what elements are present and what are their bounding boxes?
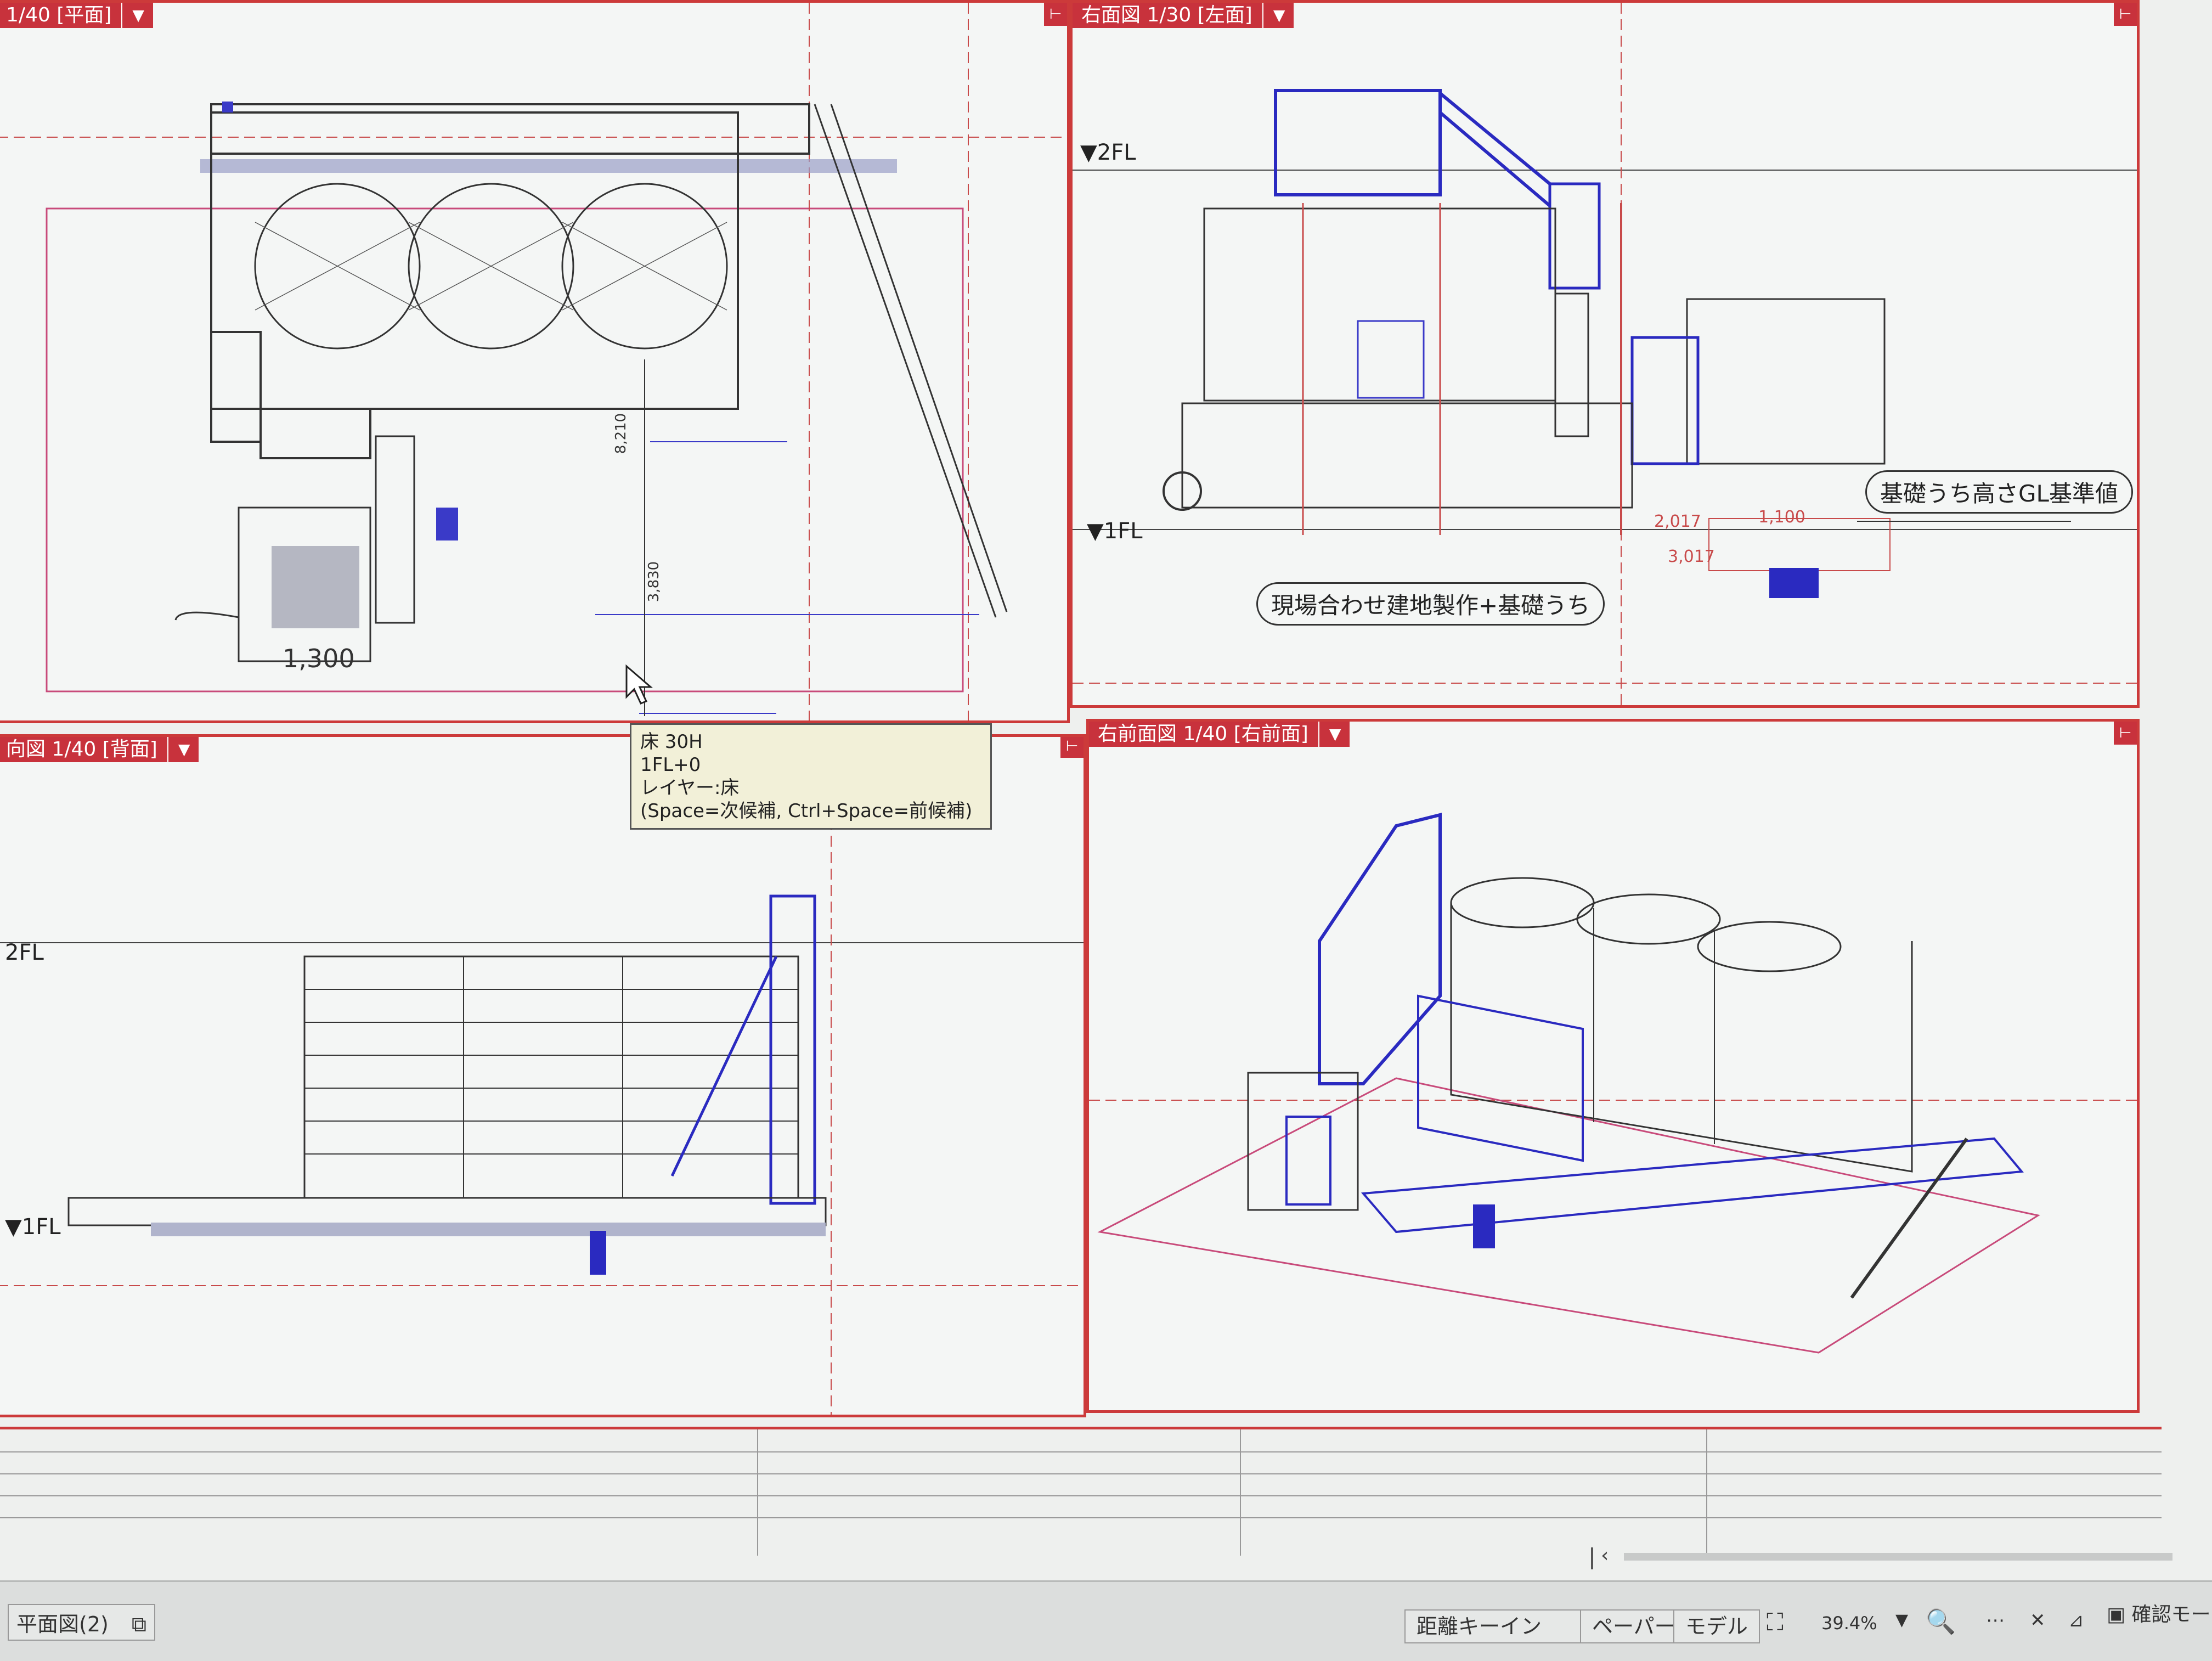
zoom-dropdown-icon[interactable]: ▼ <box>1895 1611 1908 1630</box>
new-sheet-icon[interactable]: ⧉ <box>132 1612 146 1636</box>
viewport-plan-title[interactable]: 1/40 [平面] ▼ <box>0 3 153 28</box>
tooltip-line-layer: レイヤー:床 <box>640 777 740 799</box>
dropdown-caret-icon[interactable]: ▼ <box>121 3 144 28</box>
back-elevation-drawing <box>0 737 1084 1415</box>
magnifier-icon[interactable]: 🔍 <box>1926 1607 1956 1636</box>
viewport-left-title-text: 右面図 1/30 [左面] <box>1081 4 1252 26</box>
snap-toggle-icon[interactable]: ⋯ <box>1986 1609 2005 1631</box>
distance-key-in-field[interactable]: 距離キーイン <box>1404 1609 1593 1643</box>
level-1fl: ▼1FL <box>5 1214 61 1240</box>
tooltip-line-hint: (Space=次候補, Ctrl+Space=前候補) <box>640 800 973 822</box>
level-2fl: 2FL <box>5 940 44 965</box>
pin-icon[interactable]: ⊢ <box>1060 737 1084 758</box>
dropdown-caret-icon[interactable]: ▼ <box>1262 3 1285 28</box>
pin-icon[interactable]: ⊢ <box>2114 722 2137 745</box>
mouse-cursor-icon <box>625 664 653 705</box>
paper-space-button[interactable]: ペーパー <box>1580 1609 1688 1643</box>
plan-dim-1300: 1,300 <box>283 644 355 673</box>
confirm-mode-button[interactable]: ▣ 確認モー <box>2107 1598 2210 1627</box>
callout-foundation-height: 基礎うち高さGL基準値 <box>1865 470 2133 514</box>
tooltip-line-level: 1FL+0 <box>640 754 701 776</box>
sheet-tab[interactable]: 平面図(2) ⧉ <box>8 1604 156 1641</box>
plan-drawing <box>0 3 1067 720</box>
model-space-button[interactable]: モデル <box>1673 1609 1760 1643</box>
viewport-iso-title-text: 右前面図 1/40 [右前面] <box>1098 723 1308 745</box>
viewport-back-title-text: 向図 1/40 [背面] <box>6 738 157 761</box>
horizontal-scrollbar[interactable]: ‹ <box>1591 1536 2194 1569</box>
level-2fl: ▼2FL <box>1080 140 1136 165</box>
viewport-back[interactable]: 向図 1/40 [背面] ▼ ⊢ 2FL ▼1FL <box>0 734 1086 1417</box>
viewport-iso[interactable]: 右前面図 1/40 [右前面] ▼ ⊢ <box>1086 719 2140 1413</box>
viewport-iso-title[interactable]: 右前面図 1/40 [右前面] ▼ <box>1089 722 1350 747</box>
ortho-toggle-icon[interactable]: ⊿ <box>2068 1609 2084 1631</box>
confirm-mode-icon: ▣ <box>2107 1603 2126 1626</box>
status-bar: 平面図(2) ⧉ 距離キーイン ペーパー モデル ⛶ 39.4% ▼ 🔍 ⋯ ✕… <box>0 1580 2212 1661</box>
fit-view-icon[interactable]: ⛶ <box>1767 1608 1784 1636</box>
sheet-tab-label: 平面図(2) <box>16 1612 109 1636</box>
grid-toggle-icon[interactable]: ✕ <box>2030 1609 2046 1631</box>
dropdown-caret-icon[interactable]: ▼ <box>167 737 190 762</box>
plan-dim-3830: 3,830 <box>646 561 663 603</box>
snap-tooltip: 床 30H 1FL+0 レイヤー:床 (Space=次候補, Ctrl+Spac… <box>630 723 992 830</box>
viewport-left[interactable]: 右面図 1/30 [左面] ▼ ⊢ ▼2FL ▼1FL 基礎うち高さGL基準値 … <box>1070 0 2140 708</box>
pin-icon[interactable]: ⊢ <box>1044 3 1067 26</box>
plan-dim-8210: 8,210 <box>613 413 630 454</box>
scroll-left-icon[interactable]: ‹ <box>1601 1544 1609 1567</box>
left-dim-3017: 3,017 <box>1668 547 1715 566</box>
left-elevation-drawing <box>1073 3 2137 705</box>
left-dim-2017: 2,017 <box>1654 512 1701 531</box>
pin-icon[interactable]: ⊢ <box>2114 3 2137 26</box>
isometric-drawing <box>1089 813 2137 1354</box>
callout-site-fabrication: 現場合わせ建地製作+基礎うち <box>1256 582 1605 626</box>
left-dim-1100: 1,100 <box>1758 508 1805 527</box>
level-1fl: ▼1FL <box>1087 519 1143 544</box>
dropdown-caret-icon[interactable]: ▼ <box>1318 722 1341 747</box>
viewport-back-title[interactable]: 向図 1/40 [背面] ▼ <box>0 737 199 762</box>
viewport-plan[interactable]: 1/40 [平面] ▼ ⊢ 1,300 8,210 3,830 <box>0 0 1070 723</box>
zoom-level[interactable]: 39.4% <box>1821 1613 1877 1634</box>
viewport-plan-title-text: 1/40 [平面] <box>6 4 112 26</box>
viewport-left-title[interactable]: 右面図 1/30 [左面] ▼ <box>1073 3 1294 28</box>
tooltip-line-element: 床 30H <box>640 731 703 753</box>
confirm-mode-label: 確認モー <box>2131 1603 2211 1626</box>
